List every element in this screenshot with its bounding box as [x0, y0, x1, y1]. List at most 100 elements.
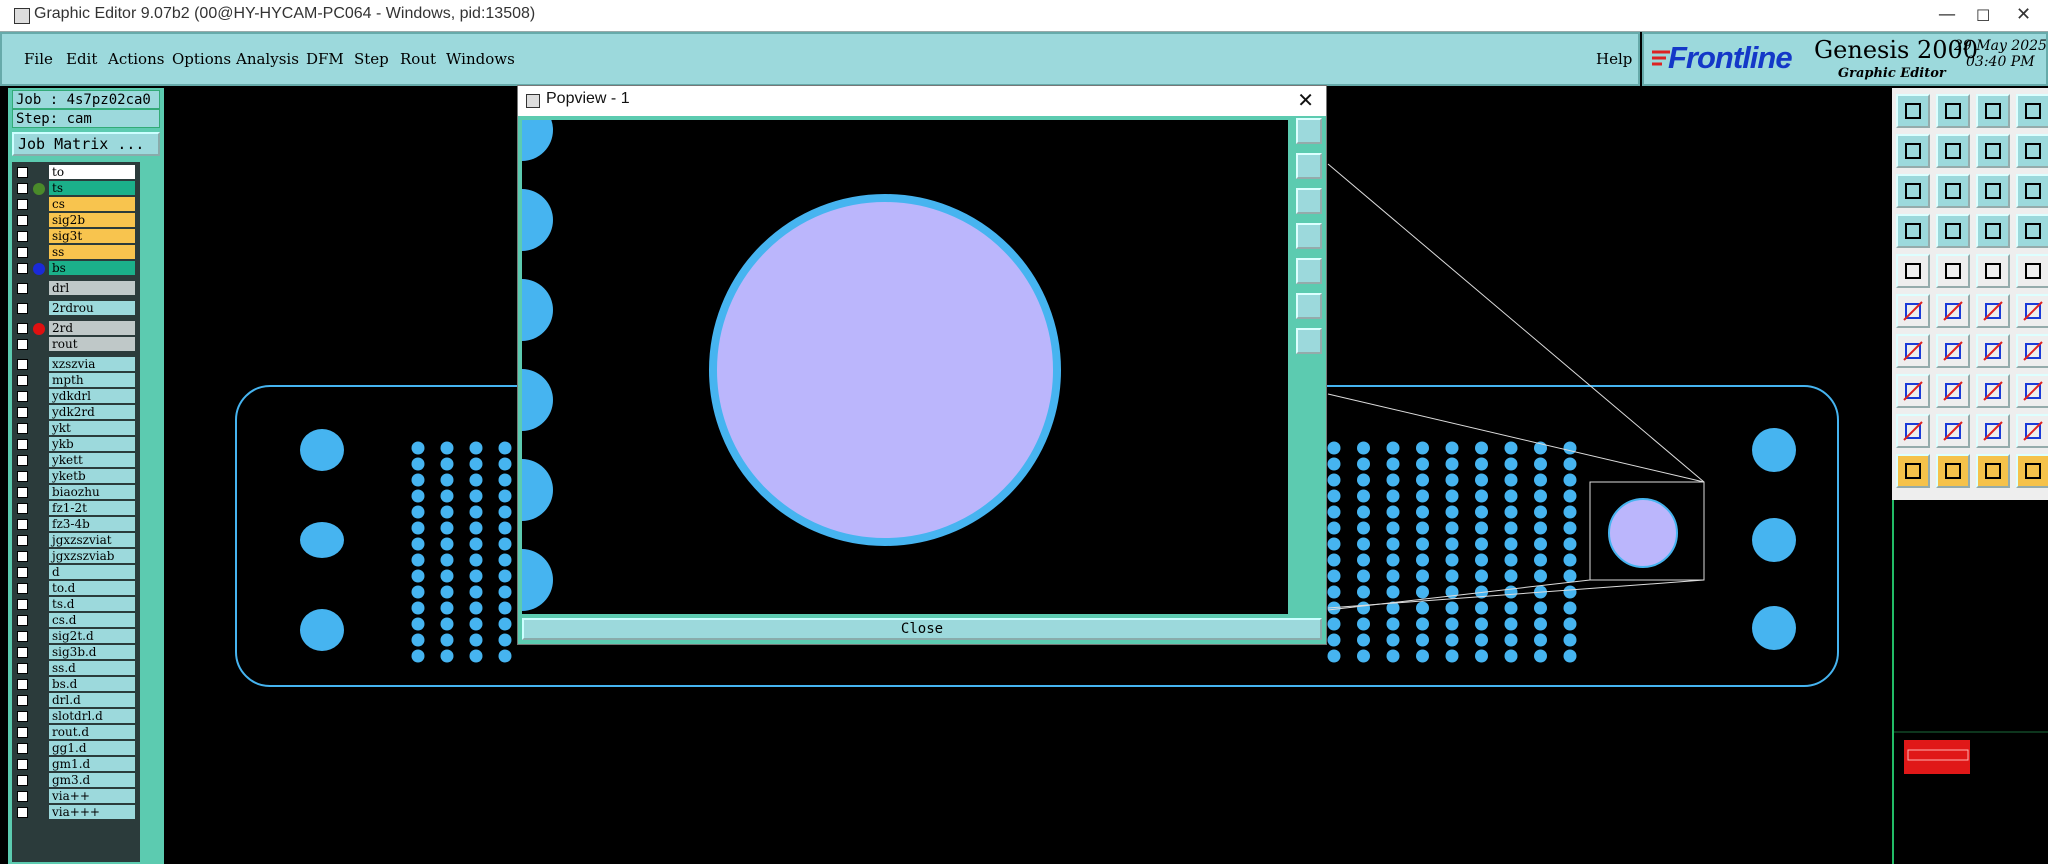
layer-row-drl.d[interactable]: drl.d: [12, 693, 140, 708]
layer-checkbox[interactable]: [17, 199, 28, 210]
layer-checkbox[interactable]: [17, 583, 28, 594]
layer-checkbox[interactable]: [17, 807, 28, 818]
popview-close-button[interactable]: Close: [522, 618, 1322, 640]
layer-checkbox[interactable]: [17, 183, 28, 194]
layer-checkbox[interactable]: [17, 263, 28, 274]
layer-row-drl[interactable]: drl: [12, 281, 140, 296]
layer-checkbox[interactable]: [17, 615, 28, 626]
menu-help[interactable]: Help: [1596, 50, 1632, 68]
scale-icon[interactable]: [1976, 174, 2010, 208]
rotate-icon[interactable]: [1976, 334, 2010, 368]
layer-row-fz1-2t[interactable]: fz1-2t: [12, 501, 140, 516]
layer-checkbox[interactable]: [17, 775, 28, 786]
layer-row-rout[interactable]: rout: [12, 337, 140, 352]
layer-row-to.d[interactable]: to.d: [12, 581, 140, 596]
pointer-alt-icon[interactable]: [2016, 454, 2048, 488]
zoom-extents-icon[interactable]: [1896, 174, 1930, 208]
circle-icon[interactable]: [2016, 254, 2048, 288]
connect-icon[interactable]: [1896, 294, 1930, 328]
layer-row-bs.d[interactable]: bs.d: [12, 677, 140, 692]
pointer-icon[interactable]: [1896, 454, 1930, 488]
layer-checkbox[interactable]: [17, 695, 28, 706]
maximize-button[interactable]: ☐: [1976, 6, 1990, 25]
layer-checkbox[interactable]: [17, 407, 28, 418]
pointer-box-icon[interactable]: [1936, 454, 1970, 488]
layer-row-ykb[interactable]: ykb: [12, 437, 140, 452]
arc-icon[interactable]: [1976, 294, 2010, 328]
layer-checkbox[interactable]: [17, 487, 28, 498]
layer-row-sig2b[interactable]: sig2b: [12, 213, 140, 228]
layer-row-ss[interactable]: ss: [12, 245, 140, 260]
layer-checkbox[interactable]: [17, 359, 28, 370]
layer-checkbox[interactable]: [17, 283, 28, 294]
layer-checkbox[interactable]: [17, 231, 28, 242]
layer-checkbox[interactable]: [17, 567, 28, 578]
layer-row-yketb[interactable]: yketb: [12, 469, 140, 484]
layer-checkbox[interactable]: [17, 471, 28, 482]
layer-row-fz3-4b[interactable]: fz3-4b: [12, 517, 140, 532]
poly-icon[interactable]: [1976, 414, 2010, 448]
layer-row-ydk2rd[interactable]: ydk2rd: [12, 405, 140, 420]
pad-icon[interactable]: [1896, 254, 1930, 288]
popview-zoom-out-icon[interactable]: [1296, 188, 1322, 214]
layer-checkbox[interactable]: [17, 215, 28, 226]
layer-checkbox[interactable]: [17, 647, 28, 658]
layer-row-2rd[interactable]: 2rd: [12, 321, 140, 336]
layer-checkbox[interactable]: [17, 631, 28, 642]
layer-checkbox[interactable]: [17, 323, 28, 334]
menu-options[interactable]: Options: [172, 50, 231, 68]
layer-row-rout.d[interactable]: rout.d: [12, 725, 140, 740]
layer-row-to[interactable]: to: [12, 165, 140, 180]
layer-checkbox[interactable]: [17, 391, 28, 402]
layer-checkbox[interactable]: [17, 679, 28, 690]
layer-row-gm1.d[interactable]: gm1.d: [12, 757, 140, 772]
layer-row-sig3b.d[interactable]: sig3b.d: [12, 645, 140, 660]
layer-row-biaozhu[interactable]: biaozhu: [12, 485, 140, 500]
layer-checkbox[interactable]: [17, 759, 28, 770]
popview-zoom-in-icon[interactable]: [1296, 153, 1322, 179]
triangle-icon[interactable]: [1896, 414, 1930, 448]
layer-checkbox[interactable]: [17, 711, 28, 722]
layer-row-bs[interactable]: bs: [12, 261, 140, 276]
popview-close-x[interactable]: ✕: [1297, 88, 1314, 112]
ruler-icon[interactable]: [1976, 254, 2010, 288]
layer-checkbox[interactable]: [17, 303, 28, 314]
popview-pan-right-icon[interactable]: [1296, 258, 1322, 284]
menu-step[interactable]: Step: [354, 50, 389, 68]
line-icon[interactable]: [1936, 254, 1970, 288]
measure-icon[interactable]: [1896, 214, 1930, 248]
menu-rout[interactable]: Rout: [400, 50, 436, 68]
redo-icon[interactable]: [1936, 134, 1970, 168]
job-matrix-button[interactable]: Job Matrix ...: [12, 132, 160, 156]
layer-checkbox[interactable]: [17, 423, 28, 434]
group-icon[interactable]: [2016, 374, 2048, 408]
snap-icon[interactable]: [1976, 134, 2010, 168]
poly-alt-icon[interactable]: [2016, 414, 2048, 448]
layer-row-gm3.d[interactable]: gm3.d: [12, 773, 140, 788]
layer-checkbox[interactable]: [17, 503, 28, 514]
menu-file[interactable]: File: [24, 50, 53, 68]
popview-zoom-fit-icon[interactable]: [1296, 118, 1322, 144]
zoom-center-icon[interactable]: [1936, 174, 1970, 208]
layer-row-ts.d[interactable]: ts.d: [12, 597, 140, 612]
layer-checkbox[interactable]: [17, 519, 28, 530]
diagonal-icon[interactable]: [1936, 334, 1970, 368]
slash-icon[interactable]: [1896, 334, 1930, 368]
layer-checkbox[interactable]: [17, 439, 28, 450]
menu-analysis[interactable]: Analysis: [236, 50, 299, 68]
layer-row-jgxzszviab[interactable]: jgxzszviab: [12, 549, 140, 564]
layer-row-2rdrou[interactable]: 2rdrou: [12, 301, 140, 316]
delta-icon[interactable]: [1936, 414, 1970, 448]
layer-checkbox[interactable]: [17, 339, 28, 350]
layer-checkbox[interactable]: [17, 599, 28, 610]
layer-checkbox[interactable]: [17, 791, 28, 802]
cut-icon[interactable]: [1896, 374, 1930, 408]
select-layer-icon[interactable]: [1976, 214, 2010, 248]
layer-row-cs[interactable]: cs: [12, 197, 140, 212]
close-button[interactable]: ✕: [2016, 4, 2031, 25]
dash-icon[interactable]: [1936, 374, 1970, 408]
layer-row-via++[interactable]: via++: [12, 789, 140, 804]
layer-checkbox[interactable]: [17, 455, 28, 466]
layer-row-via+++[interactable]: via+++: [12, 805, 140, 820]
overview-panel[interactable]: [1892, 500, 2048, 864]
